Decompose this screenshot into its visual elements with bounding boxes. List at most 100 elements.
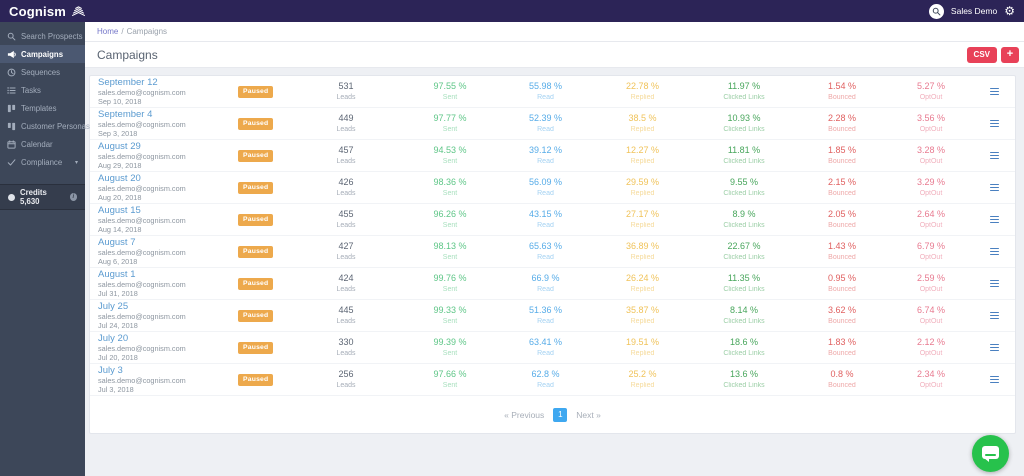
read-label: Read	[537, 221, 554, 229]
read-label: Read	[537, 349, 554, 357]
replied-cell: 29.59 % Replied	[593, 178, 692, 197]
read-value: 65.63 %	[528, 241, 563, 252]
row-menu-icon[interactable]	[988, 118, 1001, 130]
chevron-down-icon	[75, 159, 78, 166]
credits-label: Credits 5,630	[20, 188, 47, 206]
sidebar-item-label: Customer Personas	[21, 121, 90, 131]
clicked-links-cell: 8.9 % Clicked Links	[692, 210, 796, 229]
row-menu-icon[interactable]	[988, 278, 1001, 290]
sidebar-item-label: Tasks	[21, 85, 41, 95]
campaign-email: sales.demo@cognism.com	[98, 120, 186, 130]
read-value: 56.09 %	[528, 177, 563, 188]
row-menu-icon[interactable]	[988, 342, 1001, 354]
replied-cell: 25.2 % Replied	[593, 370, 692, 389]
sent-cell: 94.53 % Sent	[402, 146, 498, 165]
campaign-name-link[interactable]: August 7	[98, 238, 238, 248]
campaigns-card: September 12 sales.demo@cognism.com Sep …	[89, 75, 1016, 434]
breadcrumb-home-link[interactable]: Home	[97, 27, 118, 36]
optout-cell: 2.59 % OptOut	[888, 274, 974, 293]
replied-label: Replied	[630, 189, 655, 197]
status-cell: Paused	[238, 309, 290, 322]
leads-value: 427	[338, 241, 354, 252]
replied-cell: 27.17 % Replied	[593, 210, 692, 229]
sent-label: Sent	[442, 93, 458, 101]
clicked-links-value: 13.6 %	[729, 369, 759, 380]
campaign-name-link[interactable]: July 20	[98, 334, 238, 344]
clicked-links-cell: 11.81 % Clicked Links	[692, 146, 796, 165]
row-menu-icon[interactable]	[988, 150, 1001, 162]
status-cell: Paused	[238, 149, 290, 162]
row-menu-cell	[974, 310, 1015, 322]
row-menu-icon[interactable]	[988, 86, 1001, 98]
campaign-email: sales.demo@cognism.com	[98, 376, 186, 386]
row-menu-icon[interactable]	[988, 374, 1001, 386]
read-cell: 65.63 % Read	[498, 242, 593, 261]
sidebar-item-templates[interactable]: Templates	[0, 99, 85, 117]
user-name[interactable]: Sales Demo	[951, 6, 997, 16]
replied-value: 36.89 %	[625, 241, 660, 252]
bounced-value: 2.05 %	[827, 209, 857, 220]
campaign-name-link[interactable]: August 20	[98, 174, 238, 184]
row-menu-icon[interactable]	[988, 246, 1001, 258]
campaign-name-link[interactable]: July 25	[98, 302, 238, 312]
search-button[interactable]	[928, 3, 944, 19]
clicked-links-label: Clicked Links	[723, 157, 765, 165]
next-page-link[interactable]: Next »	[576, 410, 601, 420]
sent-label: Sent	[442, 253, 458, 261]
clicked-links-label: Clicked Links	[723, 253, 765, 261]
row-menu-icon[interactable]	[988, 214, 1001, 226]
read-value: 43.15 %	[528, 209, 563, 220]
read-value: 51.36 %	[528, 305, 563, 316]
campaign-name-link[interactable]: August 1	[98, 270, 238, 280]
clicked-links-cell: 9.55 % Clicked Links	[692, 178, 796, 197]
info-icon[interactable]	[69, 193, 77, 201]
campaign-name-link[interactable]: September 12	[98, 78, 238, 88]
clicked-links-value: 11.35 %	[727, 273, 761, 284]
bounced-label: Bounced	[828, 157, 856, 165]
table-row: August 29 sales.demo@cognism.com Aug 29,…	[90, 140, 1015, 172]
add-campaign-button[interactable]: +	[1001, 46, 1019, 63]
leads-cell: 445 Leads	[290, 306, 402, 325]
replied-label: Replied	[630, 285, 655, 293]
row-menu-icon[interactable]	[988, 310, 1001, 322]
bounced-value: 1.83 %	[827, 337, 857, 348]
sidebar-item-sequences[interactable]: Sequences	[0, 63, 85, 81]
csv-button[interactable]: CSV	[966, 46, 997, 63]
sidebar-nav: Search Prospects Campaigns Sequences Tas…	[0, 22, 90, 171]
campaign-name-link[interactable]: August 15	[98, 206, 238, 216]
optout-cell: 2.34 % OptOut	[888, 370, 974, 389]
table-row: August 15 sales.demo@cognism.com Aug 14,…	[90, 204, 1015, 236]
campaign-name-link[interactable]: August 29	[98, 142, 238, 152]
bounced-label: Bounced	[828, 93, 856, 101]
campaign-name-cell: September 4 sales.demo@cognism.com Sep 3…	[98, 110, 238, 138]
current-page-button[interactable]: 1	[553, 407, 568, 422]
bounced-value: 0.8 %	[830, 369, 854, 380]
sidebar-item-customer-personas[interactable]: Customer Personas	[0, 117, 90, 135]
sidebar-item-calendar[interactable]: Calendar	[0, 135, 85, 153]
campaign-name-link[interactable]: July 3	[98, 366, 238, 376]
campaign-name-link[interactable]: September 4	[98, 110, 238, 120]
chat-launcher-button[interactable]	[972, 435, 1009, 472]
optout-value: 3.29 %	[916, 177, 946, 188]
campaign-name-cell: August 20 sales.demo@cognism.com Aug 20,…	[98, 174, 238, 202]
optout-cell: 6.74 % OptOut	[888, 306, 974, 325]
row-menu-icon[interactable]	[988, 182, 1001, 194]
sidebar-item-compliance[interactable]: Compliance	[0, 153, 85, 171]
leads-value: 445	[338, 305, 354, 316]
optout-cell: 3.28 % OptOut	[888, 146, 974, 165]
table-row: September 4 sales.demo@cognism.com Sep 3…	[90, 108, 1015, 140]
sidebar-item-campaigns[interactable]: Campaigns	[0, 45, 85, 63]
main: Home / Campaigns Campaigns CSV + Septemb…	[85, 22, 1024, 476]
replied-value: 26.24 %	[625, 273, 660, 284]
gear-icon[interactable]	[1004, 5, 1015, 17]
leads-label: Leads	[336, 157, 356, 165]
previous-page-link[interactable]: « Previous	[504, 410, 544, 420]
leads-label: Leads	[336, 253, 356, 261]
sidebar-item-tasks[interactable]: Tasks	[0, 81, 85, 99]
sidebar-item-search-prospects[interactable]: Search Prospects	[0, 27, 85, 45]
optout-label: OptOut	[919, 189, 943, 197]
row-menu-cell	[974, 150, 1015, 162]
optout-label: OptOut	[919, 125, 943, 133]
leads-value: 330	[338, 337, 354, 348]
megaphone-icon	[7, 50, 16, 59]
